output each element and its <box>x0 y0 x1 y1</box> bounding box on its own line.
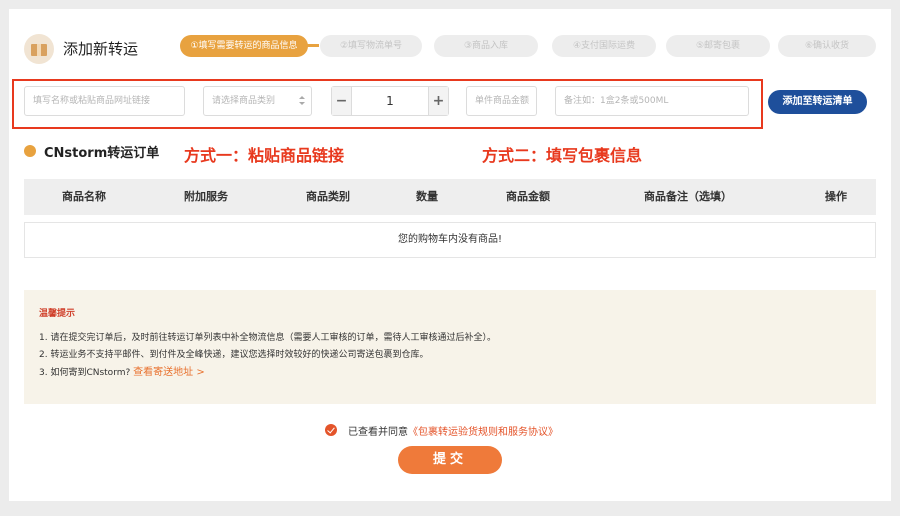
column-header: 操作 <box>825 190 847 203</box>
column-header: 数量 <box>416 190 438 203</box>
table-body: 您的购物车内没有商品! <box>24 222 876 258</box>
column-header: 商品金额 <box>506 190 550 203</box>
table-header: 商品名称 附加服务 商品类别 数量 商品金额 商品备注（选填） 操作 <box>24 179 876 215</box>
package-icon <box>24 34 54 64</box>
column-header: 商品类别 <box>306 190 350 203</box>
progress-steps: ①填写需要转运的商品信息 ②填写物流单号 ③商品入库 ④支付国际运费 ⑤邮寄包裹… <box>180 35 880 57</box>
tip-item: 3. 如何寄到CNstorm? 查看寄送地址 > <box>39 363 205 378</box>
step-2: ②填写物流单号 <box>320 35 422 57</box>
step-1: ①填写需要转运的商品信息 <box>180 35 308 57</box>
section-dot-icon <box>24 145 36 157</box>
tips-panel: 温馨提示 1. 请在提交完订单后，及时前往转运订单列表中补全物流信息（需要人工审… <box>24 290 876 404</box>
shipping-address-link[interactable]: 查看寄送地址 > <box>133 367 205 378</box>
step-4: ④支付国际运费 <box>552 35 656 57</box>
tip-item: 1. 请在提交完订单后，及时前往转运订单列表中补全物流信息（需要人工审核的订单，… <box>39 333 496 343</box>
step-connector <box>307 44 319 47</box>
order-section-title: CNstorm转运订单 <box>44 146 160 161</box>
add-to-list-button[interactable]: 添加至转运清单 <box>768 90 867 114</box>
method-one-annotation: 方式一：粘贴商品链接 <box>184 146 345 165</box>
column-header: 商品备注（选填） <box>644 190 732 203</box>
step-3: ③商品入库 <box>434 35 538 57</box>
agreement-label: 已查看并同意 <box>348 427 408 438</box>
method-two-annotation: 方式二：填写包裹信息 <box>482 146 643 165</box>
agree-checkbox[interactable] <box>325 424 337 436</box>
submit-button[interactable]: 提交 <box>398 446 502 474</box>
page-title: 添加新转运 <box>63 40 139 58</box>
tip-item: 2. 转运业务不支持平邮件、到付件及全峰快递，建议您选择时效较好的快递公司寄送包… <box>39 350 429 360</box>
column-header: 商品名称 <box>62 190 106 203</box>
tips-title: 温馨提示 <box>39 309 76 319</box>
column-header: 附加服务 <box>184 190 228 203</box>
step-5: ⑤邮寄包裹 <box>666 35 770 57</box>
annotation-frame <box>12 79 763 129</box>
step-6: ⑥确认收货 <box>778 35 876 57</box>
agreement-text: 已查看并同意《包裹转运验货规则和服务协议》 <box>348 423 558 438</box>
empty-cart-message: 您的购物车内没有商品! <box>397 234 502 245</box>
service-agreement-link[interactable]: 《包裹转运验货规则和服务协议》 <box>408 427 558 438</box>
tip-item-text: 3. 如何寄到CNstorm? <box>39 368 131 378</box>
